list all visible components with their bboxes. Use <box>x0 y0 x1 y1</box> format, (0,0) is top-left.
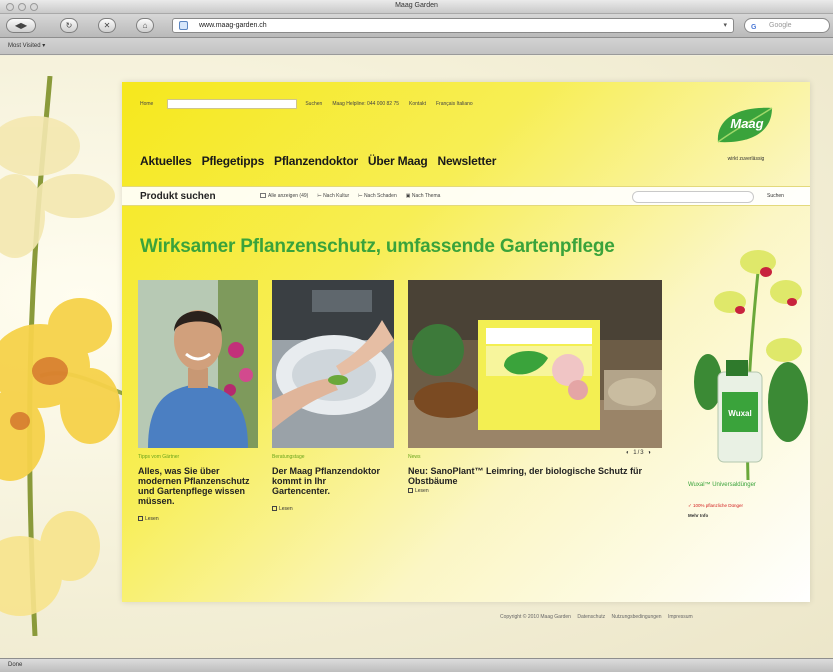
helpline-text: Maag Helpline: 044 000 82 75 <box>332 101 400 107</box>
home-button[interactable]: ⌂ <box>136 18 154 33</box>
address-dropdown-icon[interactable]: ▾ <box>723 19 727 32</box>
footer-copyright: Copyright © 2010 Maag Garden <box>500 614 571 620</box>
browser-search-placeholder: Google <box>769 22 792 29</box>
product-search-title: Produkt suchen <box>140 191 216 202</box>
footer-nutzungsbedingungen-link[interactable]: Nutzungsbedingungen <box>612 614 662 620</box>
filter-kultur-link[interactable]: ⊢ Nach Kultur <box>317 193 349 199</box>
teaser-3-read-label: Lesen <box>415 488 429 494</box>
orchid-decoration <box>0 76 130 636</box>
nav-aktuelles[interactable]: Aktuelles <box>140 154 192 168</box>
page-headline: Wirksamer Pflanzenschutz, umfassende Gar… <box>140 236 615 257</box>
teaser-1-title[interactable]: Alles, was Sie über modernen Pflanzensch… <box>138 466 256 506</box>
filter-thema-link[interactable]: ▣ Nach Thema <box>406 193 441 199</box>
nav-ueber-maag[interactable]: Über Maag <box>368 154 428 168</box>
window-title: Maag Garden <box>395 2 438 9</box>
maag-logo[interactable]: Maag <box>714 104 776 146</box>
teaser-pflanzendoktor-image[interactable] <box>272 280 394 448</box>
bookmarks-bar: Most Visited ▾ <box>0 38 833 55</box>
teaser-1-read-link[interactable]: Lesen <box>138 516 159 522</box>
teaser-2-read-label: Lesen <box>279 506 293 512</box>
page-footer: Copyright © 2010 Maag Garden Datenschutz… <box>500 614 698 620</box>
home-icon: ⌂ <box>142 21 148 30</box>
footer-datenschutz-link[interactable]: Datenschutz <box>577 614 605 620</box>
address-bar[interactable]: www.maag-garden.ch ▾ <box>172 18 734 33</box>
contact-link[interactable]: Kontakt <box>409 101 426 107</box>
site-container: Home Suchen Maag Helpline: 044 000 82 75… <box>122 82 810 602</box>
product-promo-name[interactable]: Wuxal™ Universaldünger <box>688 482 768 489</box>
browser-search-input[interactable]: G Google <box>744 18 830 33</box>
read-icon <box>408 488 413 493</box>
grid-icon <box>260 193 266 198</box>
site-favicon-icon <box>179 21 188 30</box>
nav-pflanzendoktor[interactable]: Pflanzendoktor <box>274 154 358 168</box>
teaser-3-title[interactable]: Neu: SanoPlant™ Leimring, der biologisch… <box>408 466 658 486</box>
logo-tagline: wirkt zuverlässig <box>727 156 765 162</box>
teaser-sanoplant-image[interactable] <box>408 280 662 448</box>
reload-icon: ↻ <box>65 21 73 30</box>
teaser-2-read-link[interactable]: Lesen <box>272 506 293 512</box>
browser-toolbar: ◀▶ ↻ ✕ ⌂ www.maag-garden.ch ▾ G Google <box>0 14 833 38</box>
language-links[interactable]: Français Italiano <box>436 101 473 107</box>
filter-all-label: Alle anzeigen (49) <box>268 193 309 199</box>
filter-kultur-label: Nach Kultur <box>323 193 350 199</box>
teaser-1-category: Tipps vom Gärtner <box>138 454 180 460</box>
product-search-input[interactable] <box>632 191 754 203</box>
product-promo-claim: ✓ 100% pflanzliche Dünger <box>688 503 744 508</box>
address-text: www.maag-garden.ch <box>199 22 267 29</box>
filter-schaden-label: Nach Schaden <box>363 193 397 199</box>
teaser-gardener-image[interactable] <box>138 280 258 448</box>
svg-text:Wuxal: Wuxal <box>728 409 751 418</box>
status-text: Done <box>8 662 23 668</box>
nav-pflegetipps[interactable]: Pflegetipps <box>202 154 265 168</box>
stop-icon: ✕ <box>103 21 111 30</box>
nav-newsletter[interactable]: Newsletter <box>437 154 496 168</box>
product-search-bar: Produkt suchen Alle anzeigen (49) ⊢ Nach… <box>122 186 810 206</box>
product-filter-links: Alle anzeigen (49) ⊢ Nach Kultur ⊢ Nach … <box>260 193 440 199</box>
teaser-3-category: News <box>408 454 421 460</box>
product-search-button[interactable]: Suchen <box>767 193 784 199</box>
product-promo-image[interactable]: Wuxal <box>688 232 808 480</box>
main-navigation: Aktuelles Pflegetipps Pflanzendoktor Übe… <box>140 154 496 168</box>
reload-button[interactable]: ↻ <box>60 18 78 33</box>
teaser-2-title[interactable]: Der Maag Pflanzendoktor kommt in Ihr Gar… <box>272 466 382 496</box>
stop-button[interactable]: ✕ <box>98 18 116 33</box>
site-search-button[interactable]: Suchen <box>305 101 322 107</box>
window-titlebar: Maag Garden <box>0 0 833 14</box>
back-button[interactable]: ◀▶ <box>6 18 36 33</box>
teaser-3-read-link[interactable]: Lesen <box>408 488 429 494</box>
teaser-2-category: Beratungstage <box>272 454 305 460</box>
product-more-info-link[interactable]: Mehr Info <box>688 513 708 518</box>
filter-all-link[interactable]: Alle anzeigen (49) <box>260 193 308 199</box>
site-search-input[interactable] <box>167 99 298 109</box>
bookmark-most-visited[interactable]: Most Visited ▾ <box>8 42 45 49</box>
home-link[interactable]: Home <box>140 101 153 107</box>
filter-schaden-link[interactable]: ⊢ Nach Schaden <box>358 193 397 199</box>
meta-bar: Home Suchen Maag Helpline: 044 000 82 75… <box>140 98 483 110</box>
status-bar: Done <box>0 658 833 672</box>
read-icon <box>138 516 143 521</box>
footer-impressum-link[interactable]: Impressum <box>668 614 693 620</box>
maag-logo-text: Maag <box>730 116 763 131</box>
teaser-1-read-label: Lesen <box>145 516 159 522</box>
back-arrow-icon: ◀▶ <box>14 21 28 30</box>
page-viewport: Home Suchen Maag Helpline: 044 000 82 75… <box>0 56 833 658</box>
read-icon <box>272 506 277 511</box>
teaser-pager[interactable]: ◐ 1/3 ◑ <box>626 450 652 456</box>
google-icon: G <box>751 24 757 31</box>
filter-thema-label: Nach Thema <box>411 193 441 199</box>
